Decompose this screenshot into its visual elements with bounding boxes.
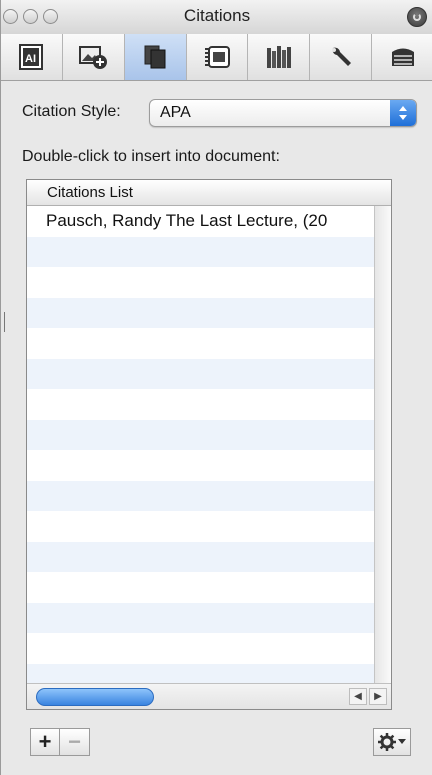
scroll-right-arrow-icon[interactable]: ▶ bbox=[369, 688, 387, 705]
tab-add-image[interactable] bbox=[63, 34, 125, 80]
citation-row[interactable]: Pausch, Randy The Last Lecture, (20 bbox=[27, 206, 391, 237]
svg-text:AI: AI bbox=[25, 53, 36, 65]
citations-list-header[interactable]: Citations List bbox=[27, 180, 391, 206]
empty-row bbox=[27, 572, 391, 603]
library-books-icon bbox=[266, 46, 291, 68]
action-menu-button[interactable] bbox=[373, 728, 411, 756]
citations-window: Citations AI Citation Style: APA Double-… bbox=[0, 0, 432, 775]
toolbar-toggle-button[interactable] bbox=[407, 7, 427, 27]
tab-text-box[interactable]: AI bbox=[1, 34, 63, 80]
add-citation-button[interactable]: + bbox=[30, 728, 60, 756]
scroll-left-arrow-icon[interactable]: ◀ bbox=[349, 688, 367, 705]
empty-row bbox=[27, 511, 391, 542]
empty-row bbox=[27, 389, 391, 420]
empty-row bbox=[27, 419, 391, 450]
empty-row bbox=[27, 541, 391, 572]
scroll-arrows: ◀ ▶ bbox=[349, 688, 387, 705]
instructions-text: Double-click to insert into document: bbox=[22, 148, 280, 165]
list-edit-buttons: + − bbox=[30, 728, 90, 756]
empty-row bbox=[27, 328, 391, 359]
tab-library-books[interactable] bbox=[248, 34, 311, 80]
horizontal-scroll-thumb[interactable] bbox=[36, 688, 154, 706]
empty-row bbox=[27, 602, 391, 633]
empty-row bbox=[27, 358, 391, 389]
horizontal-scrollbar[interactable]: ◀ ▶ bbox=[27, 683, 391, 709]
empty-row bbox=[27, 236, 391, 267]
citations-rows: Pausch, Randy The Last Lecture, (20 bbox=[27, 206, 391, 694]
tab-copy-documents[interactable] bbox=[124, 34, 187, 80]
vertical-scrollbar[interactable] bbox=[374, 206, 391, 683]
gear-icon bbox=[378, 733, 396, 751]
window-edge-mark bbox=[4, 312, 5, 332]
copy-documents-icon bbox=[144, 45, 166, 69]
chevron-down-icon bbox=[398, 739, 406, 744]
empty-row bbox=[27, 450, 391, 481]
stack-drawer-icon bbox=[391, 48, 414, 66]
add-image-icon bbox=[79, 46, 108, 69]
tab-stack-drawer[interactable] bbox=[372, 34, 432, 80]
empty-row bbox=[27, 297, 391, 328]
title-bar: Citations bbox=[1, 0, 432, 35]
remove-citation-button[interactable]: − bbox=[60, 728, 90, 756]
media-browser-icon bbox=[205, 46, 230, 68]
citations-list[interactable]: Citations List Pausch, Randy The Last Le… bbox=[26, 179, 392, 710]
chevron-up-down-icon bbox=[390, 100, 416, 126]
inspector-tab-bar: AI bbox=[1, 34, 432, 81]
citations-list-header-label: Citations List bbox=[47, 184, 133, 201]
tab-wrench[interactable] bbox=[310, 34, 373, 80]
empty-row bbox=[27, 480, 391, 511]
wrench-icon bbox=[331, 47, 351, 66]
citation-style-value: APA bbox=[160, 104, 191, 121]
citation-style-label: Citation Style: bbox=[22, 103, 121, 120]
citation-style-select[interactable]: APA bbox=[149, 99, 417, 127]
window-title: Citations bbox=[183, 6, 251, 25]
text-box-icon: AI bbox=[19, 44, 44, 70]
tab-media-browser[interactable] bbox=[187, 34, 249, 80]
empty-row bbox=[27, 267, 391, 298]
empty-row bbox=[27, 633, 391, 664]
